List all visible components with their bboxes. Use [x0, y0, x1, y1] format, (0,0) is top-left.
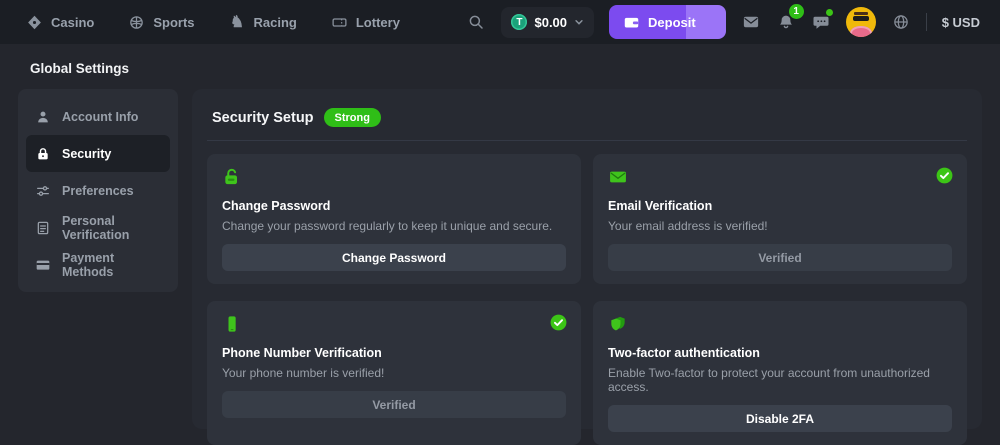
sidebar-item-account-info[interactable]: Account Info: [26, 98, 170, 135]
security-setup-panel: Security Setup Strong Change Password Ch…: [192, 89, 982, 429]
sliders-icon: [35, 183, 51, 199]
mail-icon[interactable]: [741, 12, 761, 32]
panel-title: Security Setup: [212, 110, 314, 126]
phone-icon: [222, 314, 242, 334]
card-description: Change your password regularly to keep i…: [222, 219, 566, 233]
card-description: Enable Two-factor to protect your accoun…: [608, 366, 952, 394]
envelope-icon: [608, 167, 628, 187]
nav-item-label: Casino: [51, 15, 94, 30]
currency-selector[interactable]: $ USD: [942, 15, 980, 30]
card-description: Your phone number is verified!: [222, 366, 566, 380]
phone-verified-button[interactable]: Verified: [222, 391, 566, 418]
avatar[interactable]: [846, 7, 876, 37]
padlock-icon: [222, 167, 242, 187]
page-title: Global Settings: [30, 61, 1000, 76]
change-password-button[interactable]: Change Password: [222, 244, 566, 271]
settings-content: Account Info Security Preferences Person…: [0, 89, 1000, 429]
navbar-divider: [926, 13, 927, 31]
strength-badge: Strong: [324, 108, 381, 127]
nav-item-label: Sports: [153, 15, 194, 30]
document-icon: [35, 220, 51, 236]
balance-amount: $0.00: [534, 15, 567, 30]
deposit-button[interactable]: Deposit: [609, 5, 726, 39]
nav-item-label: Lottery: [356, 15, 400, 30]
sports-icon: [128, 14, 145, 31]
nav-item-racing[interactable]: ♞ Racing: [229, 14, 297, 31]
change-password-card: Change Password Change your password reg…: [207, 154, 581, 284]
lottery-icon: [331, 14, 348, 31]
chat-online-dot: [826, 9, 833, 16]
nav-item-casino[interactable]: Casino: [26, 14, 94, 31]
sidebar-item-label: Account Info: [62, 110, 138, 124]
nav-item-lottery[interactable]: Lottery: [331, 14, 400, 31]
sidebar-item-label: Personal Verification: [62, 214, 161, 242]
email-verification-card: Email Verification Your email address is…: [593, 154, 967, 284]
nav-item-label: Racing: [254, 15, 297, 30]
notification-badge: 1: [789, 4, 804, 19]
racing-icon: ♞: [229, 14, 246, 31]
notifications-bell-icon[interactable]: 1: [776, 12, 796, 32]
two-factor-card: Two-factor authentication Enable Two-fac…: [593, 301, 967, 445]
disable-2fa-button[interactable]: Disable 2FA: [608, 405, 952, 432]
nav-item-sports[interactable]: Sports: [128, 14, 194, 31]
sidebar-item-preferences[interactable]: Preferences: [26, 172, 170, 209]
sidebar-item-personal-verification[interactable]: Personal Verification: [26, 209, 170, 246]
globe-language-icon[interactable]: [891, 12, 911, 32]
user-icon: [35, 109, 51, 125]
sidebar-item-payment-methods[interactable]: Payment Methods: [26, 246, 170, 283]
settings-sidebar: Account Info Security Preferences Person…: [18, 89, 178, 292]
chevron-down-icon: [574, 17, 584, 27]
card-title: Two-factor authentication: [608, 346, 952, 360]
credit-card-icon: [35, 257, 51, 273]
wallet-balance[interactable]: T $0.00: [501, 7, 594, 38]
wallet-icon: [623, 14, 640, 31]
security-cards: Change Password Change your password reg…: [207, 154, 967, 445]
primary-nav: Casino Sports ♞ Racing Lottery: [26, 14, 400, 31]
shield-icon: [608, 314, 628, 334]
email-verified-button[interactable]: Verified: [608, 244, 952, 271]
top-navbar: Casino Sports ♞ Racing Lottery T $0.00: [0, 0, 1000, 44]
sidebar-item-security[interactable]: Security: [26, 135, 170, 172]
sidebar-item-label: Security: [62, 147, 111, 161]
sidebar-item-label: Payment Methods: [62, 251, 161, 279]
deposit-label: Deposit: [648, 15, 696, 30]
tether-coin-icon: T: [511, 14, 527, 30]
card-title: Change Password: [222, 199, 566, 213]
casino-icon: [26, 14, 43, 31]
navbar-actions: T $0.00 Deposit 1 $ USD: [466, 5, 980, 39]
search-icon[interactable]: [466, 12, 486, 32]
sidebar-item-label: Preferences: [62, 184, 134, 198]
lock-icon: [35, 146, 51, 162]
phone-verification-card: Phone Number Verification Your phone num…: [207, 301, 581, 445]
verified-check-icon: [935, 166, 954, 185]
card-description: Your email address is verified!: [608, 219, 952, 233]
card-title: Phone Number Verification: [222, 346, 566, 360]
chat-icon[interactable]: [811, 12, 831, 32]
panel-header: Security Setup Strong: [207, 104, 967, 141]
card-title: Email Verification: [608, 199, 952, 213]
verified-check-icon: [549, 313, 568, 332]
